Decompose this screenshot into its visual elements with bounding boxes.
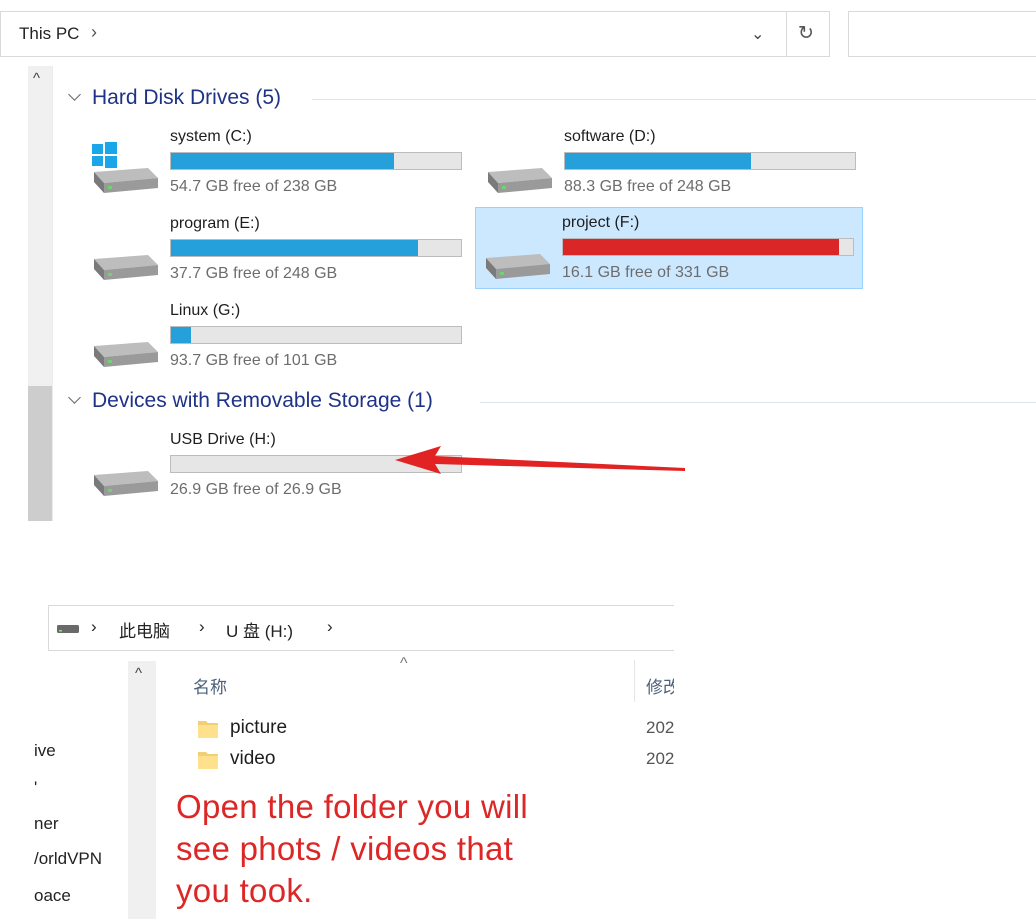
drive-name: project (F:) — [562, 214, 640, 231]
red-arrow-annotation — [395, 446, 685, 474]
navigation-pane: ive ' ner /orldVPN oace — [0, 661, 128, 919]
group-title: Hard Disk Drives (5) — [92, 86, 282, 109]
drive-tile-c[interactable]: system (C:) 54.7 GB free of 238 GB — [84, 122, 474, 206]
drive-icon — [478, 138, 558, 198]
folder-icon — [198, 752, 218, 769]
nav-item[interactable]: ' — [34, 778, 37, 798]
nav-pane-scrollbar[interactable]: ^ — [128, 661, 156, 919]
nav-item[interactable]: /orldVPN — [34, 849, 102, 869]
folder-icon — [198, 721, 218, 738]
scroll-up-icon[interactable]: ^ — [135, 665, 142, 682]
address-bar[interactable]: This PC › ⌄ ↻ — [0, 11, 830, 57]
capacity-bar-fill — [565, 153, 751, 169]
column-separator[interactable] — [634, 660, 635, 702]
drive-icon — [84, 441, 164, 501]
nav-item[interactable]: ner — [34, 814, 59, 834]
breadcrumb-chevron-icon[interactable]: › — [199, 617, 205, 637]
group-divider-line — [480, 402, 1036, 403]
capacity-bar-fill — [171, 327, 192, 343]
capacity-bar — [170, 239, 462, 257]
windows-drive-icon — [84, 138, 164, 198]
drive-tile-f[interactable]: project (F:) 16.1 GB free of 331 GB — [475, 207, 863, 289]
scroll-up-icon[interactable]: ^ — [33, 70, 40, 87]
address-separator — [786, 12, 787, 56]
group-divider-line — [312, 99, 1036, 100]
instruction-annotation: Open the folder you will see phots / vid… — [176, 786, 616, 912]
drive-free-space: 88.3 GB free of 248 GB — [564, 178, 732, 195]
capacity-bar — [564, 152, 856, 170]
drive-name: Linux (G:) — [170, 302, 241, 319]
collapse-chevron-icon[interactable] — [68, 88, 81, 101]
drive-name: system (C:) — [170, 128, 252, 145]
address-bar-2[interactable]: › 此电脑 › U 盘 (H:) › — [48, 605, 674, 651]
file-name[interactable]: video — [230, 748, 275, 770]
drive-free-space: 26.9 GB free of 26.9 GB — [170, 481, 342, 498]
annotation-line: see phots / videos that — [176, 830, 514, 867]
capacity-bar-fill — [171, 153, 395, 169]
sort-ascending-icon: ^ — [400, 655, 408, 672]
breadcrumb-chevron-icon[interactable]: › — [91, 617, 97, 637]
pane-divider — [52, 66, 53, 521]
breadcrumb-this-pc[interactable]: This PC — [19, 24, 79, 44]
file-date: 202 — [646, 749, 674, 768]
drive-mini-icon — [57, 625, 79, 633]
drive-name: program (E:) — [170, 215, 260, 232]
drive-icon — [84, 225, 164, 285]
file-date: 202 — [646, 718, 674, 737]
column-header-date-modified[interactable]: 修改 — [646, 673, 674, 698]
breadcrumb-this-pc-cn[interactable]: 此电脑 — [119, 617, 170, 642]
capacity-bar — [170, 326, 462, 344]
drive-name: software (D:) — [564, 128, 656, 145]
refresh-icon[interactable]: ↻ — [798, 22, 814, 45]
group-title: Devices with Removable Storage (1) — [92, 389, 433, 412]
capacity-bar — [170, 152, 462, 170]
capacity-bar-fill — [171, 240, 418, 256]
breadcrumb-usb-drive[interactable]: U 盘 (H:) — [226, 617, 293, 642]
drive-icon — [476, 224, 556, 284]
drive-free-space: 93.7 GB free of 101 GB — [170, 352, 338, 369]
address-dropdown-icon[interactable]: ⌄ — [751, 24, 764, 44]
capacity-bar-fill — [563, 239, 839, 255]
nav-item[interactable]: oace — [34, 886, 71, 906]
drive-free-space: 54.7 GB free of 238 GB — [170, 178, 338, 195]
scrollbar-thumb[interactable] — [28, 386, 52, 521]
annotation-line: you took. — [176, 872, 313, 909]
annotation-line: Open the folder you will — [176, 788, 529, 825]
file-name[interactable]: picture — [230, 717, 287, 739]
nav-pane-scrollbar[interactable]: ^ — [28, 66, 52, 521]
drive-free-space: 16.1 GB free of 331 GB — [562, 264, 730, 281]
drive-name: USB Drive (H:) — [170, 431, 276, 448]
capacity-bar — [562, 238, 854, 256]
drive-tile-e[interactable]: program (E:) 37.7 GB free of 248 GB — [84, 209, 474, 293]
nav-item[interactable]: ive — [34, 741, 56, 761]
column-header-name[interactable]: 名称 — [193, 673, 227, 698]
breadcrumb-chevron-icon[interactable]: › — [91, 22, 97, 43]
breadcrumb-chevron-icon[interactable]: › — [327, 617, 333, 637]
drive-icon — [84, 312, 164, 372]
drive-tile-d[interactable]: software (D:) 88.3 GB free of 248 GB — [478, 122, 868, 206]
drive-tile-g[interactable]: Linux (G:) 93.7 GB free of 101 GB — [84, 296, 474, 380]
drive-free-space: 37.7 GB free of 248 GB — [170, 265, 338, 282]
search-input[interactable] — [848, 11, 1036, 57]
collapse-chevron-icon[interactable] — [68, 391, 81, 404]
